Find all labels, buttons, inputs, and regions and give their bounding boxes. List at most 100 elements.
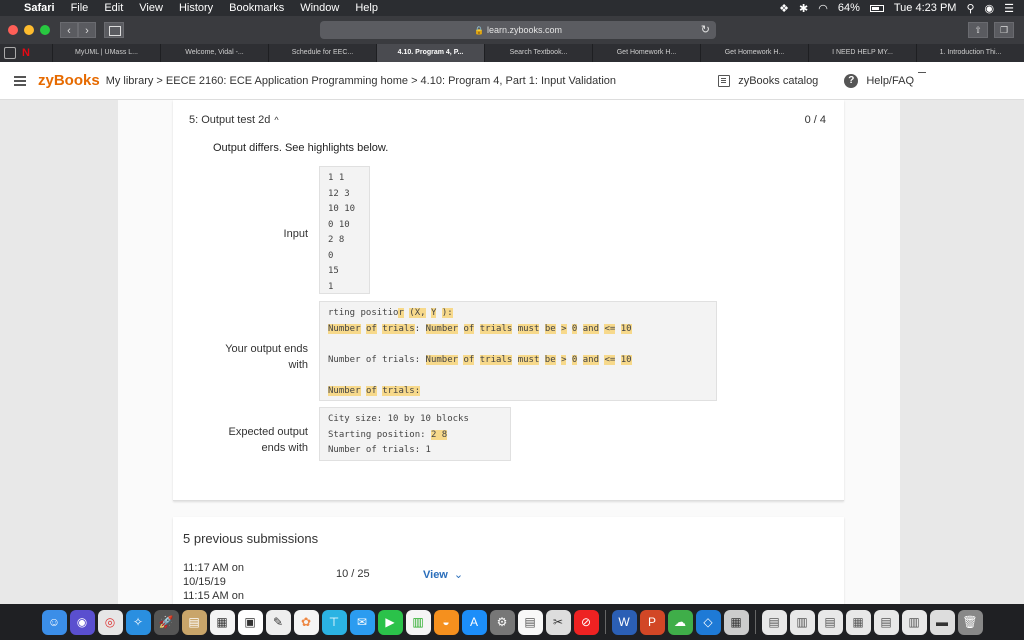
menu-window[interactable]: Window [300, 2, 339, 14]
submissions-title: 5 previous submissions [183, 531, 319, 546]
zybooks-logo[interactable]: zyBooks [38, 72, 100, 89]
hamburger-menu-icon[interactable] [14, 74, 26, 88]
finder-icon[interactable]: ☺ [41, 609, 67, 635]
contacts-icon[interactable]: ▦ [209, 609, 235, 635]
breadcrumb[interactable]: My library > EECE 2160: ECE Application … [106, 75, 616, 87]
tab-welcome[interactable]: Welcome, Vidal -... [160, 44, 268, 62]
vs-code-icon[interactable]: ◇ [695, 609, 721, 635]
close-window-button[interactable] [8, 25, 18, 35]
page-content: 5: Output test 2d ^ 0 / 4 Output differs.… [0, 100, 1024, 604]
blocked-app-icon[interactable]: ⊘ [573, 609, 599, 635]
tab-introduction[interactable]: 1. Introduction Thi... [916, 44, 1024, 62]
your-output-line-3 [328, 337, 708, 353]
keyboard-icon[interactable]: ▬ [929, 609, 955, 635]
notes-icon[interactable]: ✎ [265, 609, 291, 635]
notes-book-icon[interactable]: ▤ [181, 609, 207, 635]
menu-history[interactable]: History [179, 2, 213, 14]
your-output-line-1: rting positior (X, Y ): [328, 308, 453, 318]
tab-get-homework-2[interactable]: Get Homework H... [700, 44, 808, 62]
menu-file[interactable]: File [71, 2, 89, 14]
books-icon[interactable]: ◒ [433, 609, 459, 635]
menu-view[interactable]: View [139, 2, 163, 14]
catalog-icon[interactable] [718, 74, 731, 87]
expected-label-line-2: ends with [261, 442, 308, 454]
activity-card: 5: Output test 2d ^ 0 / 4 Output differs.… [118, 100, 900, 604]
tab-need-help[interactable]: I NEED HELP MY... [808, 44, 916, 62]
safari-icon[interactable]: ✧ [125, 609, 151, 635]
powerpoint-icon[interactable]: P [639, 609, 665, 635]
facetime-icon[interactable]: ▶ [377, 609, 403, 635]
chrome-icon[interactable]: ◎ [97, 609, 123, 635]
netflix-tab-icon[interactable]: N [22, 47, 30, 59]
share-button[interactable]: ⇧ [968, 22, 988, 38]
photos-icon[interactable]: ✿ [293, 609, 319, 635]
your-output-line-4: Number of trials: Number of trials must … [328, 354, 632, 365]
forward-button[interactable]: › [78, 22, 96, 38]
keynote-icon[interactable]: ⊤ [321, 609, 347, 635]
help-icon[interactable]: ? [844, 73, 859, 88]
siri-dock-icon[interactable]: ◉ [69, 609, 95, 635]
menu-edit[interactable]: Edit [104, 2, 123, 14]
your-output-box: rting positior (X, Y ): Number of trials… [319, 301, 717, 401]
tab-schedule[interactable]: Schedule for EEC... [268, 44, 376, 62]
minimize-window-button[interactable] [24, 25, 34, 35]
help-link[interactable]: Help/FAQ [866, 75, 914, 87]
zoom-window-button[interactable] [40, 25, 50, 35]
utilities-icon[interactable]: ✂ [545, 609, 571, 635]
cloud-app-icon[interactable]: ☁ [667, 609, 693, 635]
document-icon[interactable]: ▥ [789, 609, 815, 635]
trash-icon[interactable]: 🗑 [957, 609, 983, 635]
history-nav: ‹ › [60, 22, 96, 38]
address-bar[interactable]: 🔒 learn.zybooks.com ↻ [320, 21, 716, 39]
pinned-tabs: N [0, 44, 52, 62]
calendar-icon[interactable]: ▣ [237, 609, 263, 635]
bluetooth-icon[interactable]: ✱ [799, 2, 808, 15]
document-icon[interactable]: ▦ [845, 609, 871, 635]
dock-divider [604, 610, 606, 634]
tab-search-textbook[interactable]: Search Textbook... [484, 44, 592, 62]
system-preferences-icon[interactable]: ⚙ [489, 609, 515, 635]
notification-center-icon[interactable]: ☰ [1004, 2, 1014, 15]
textedit-icon[interactable]: ▤ [517, 609, 543, 635]
numbers-icon[interactable]: ▥ [405, 609, 431, 635]
sidebar-toggle-button[interactable] [104, 22, 124, 38]
launchpad-icon[interactable]: 🚀 [153, 609, 179, 635]
tab-program-4[interactable]: 4.10. Program 4, P... [376, 44, 484, 62]
pinned-tab-icon[interactable] [4, 47, 16, 59]
tab-overview-button[interactable]: ❐ [994, 22, 1014, 38]
test-title[interactable]: 5: Output test 2d ^ [189, 114, 279, 126]
submission-time-2: 11:15 AM on [183, 590, 244, 602]
messages-icon[interactable]: ✉ [349, 609, 375, 635]
wifi-icon[interactable]: ◠ [818, 2, 828, 15]
menu-help[interactable]: Help [355, 2, 378, 14]
tab-get-homework-1[interactable]: Get Homework H... [592, 44, 700, 62]
menu-app-name[interactable]: Safari [24, 2, 55, 14]
view-label: View [423, 569, 448, 581]
clock[interactable]: Tue 4:23 PM [894, 2, 957, 14]
dropbox-icon[interactable]: ❖ [779, 2, 789, 15]
preview-icon[interactable]: ▦ [723, 609, 749, 635]
expected-output-box: City size: 10 by 10 blocks Starting posi… [319, 407, 511, 461]
battery-icon[interactable] [869, 4, 884, 12]
back-button[interactable]: ‹ [60, 22, 78, 38]
tab-myuml[interactable]: MyUML | UMass L... [52, 44, 160, 62]
spotlight-icon[interactable]: ⚲ [966, 2, 974, 15]
catalog-link[interactable]: zyBooks catalog [738, 75, 818, 87]
menu-bar: Safari File Edit View History Bookmarks … [0, 0, 1024, 16]
app-store-icon[interactable]: A [461, 609, 487, 635]
word-icon[interactable]: W [611, 609, 637, 635]
toolbar-right: ⇧ ❐ [968, 22, 1014, 38]
header-links: zyBooks catalog ? Help/FAQ [718, 73, 914, 88]
chevron-up-icon[interactable]: ^ [274, 115, 278, 125]
document-icon[interactable]: ▤ [761, 609, 787, 635]
document-icon[interactable]: ▥ [901, 609, 927, 635]
dock: ☺ ◉ ◎ ✧ 🚀 ▤ ▦ ▣ ✎ ✿ ⊤ ✉ ▶ ▥ ◒ A ⚙ ▤ ✂ ⊘ … [0, 604, 1024, 640]
input-line: 1 1 [328, 173, 345, 183]
document-icon[interactable]: ▤ [873, 609, 899, 635]
siri-icon[interactable]: ◉ [985, 2, 995, 15]
document-icon[interactable]: ▤ [817, 609, 843, 635]
battery-percent[interactable]: 64% [838, 2, 860, 14]
reload-icon[interactable]: ↻ [701, 21, 710, 39]
view-submission-button[interactable]: View ⌄ [423, 568, 463, 581]
menu-bookmarks[interactable]: Bookmarks [229, 2, 284, 14]
